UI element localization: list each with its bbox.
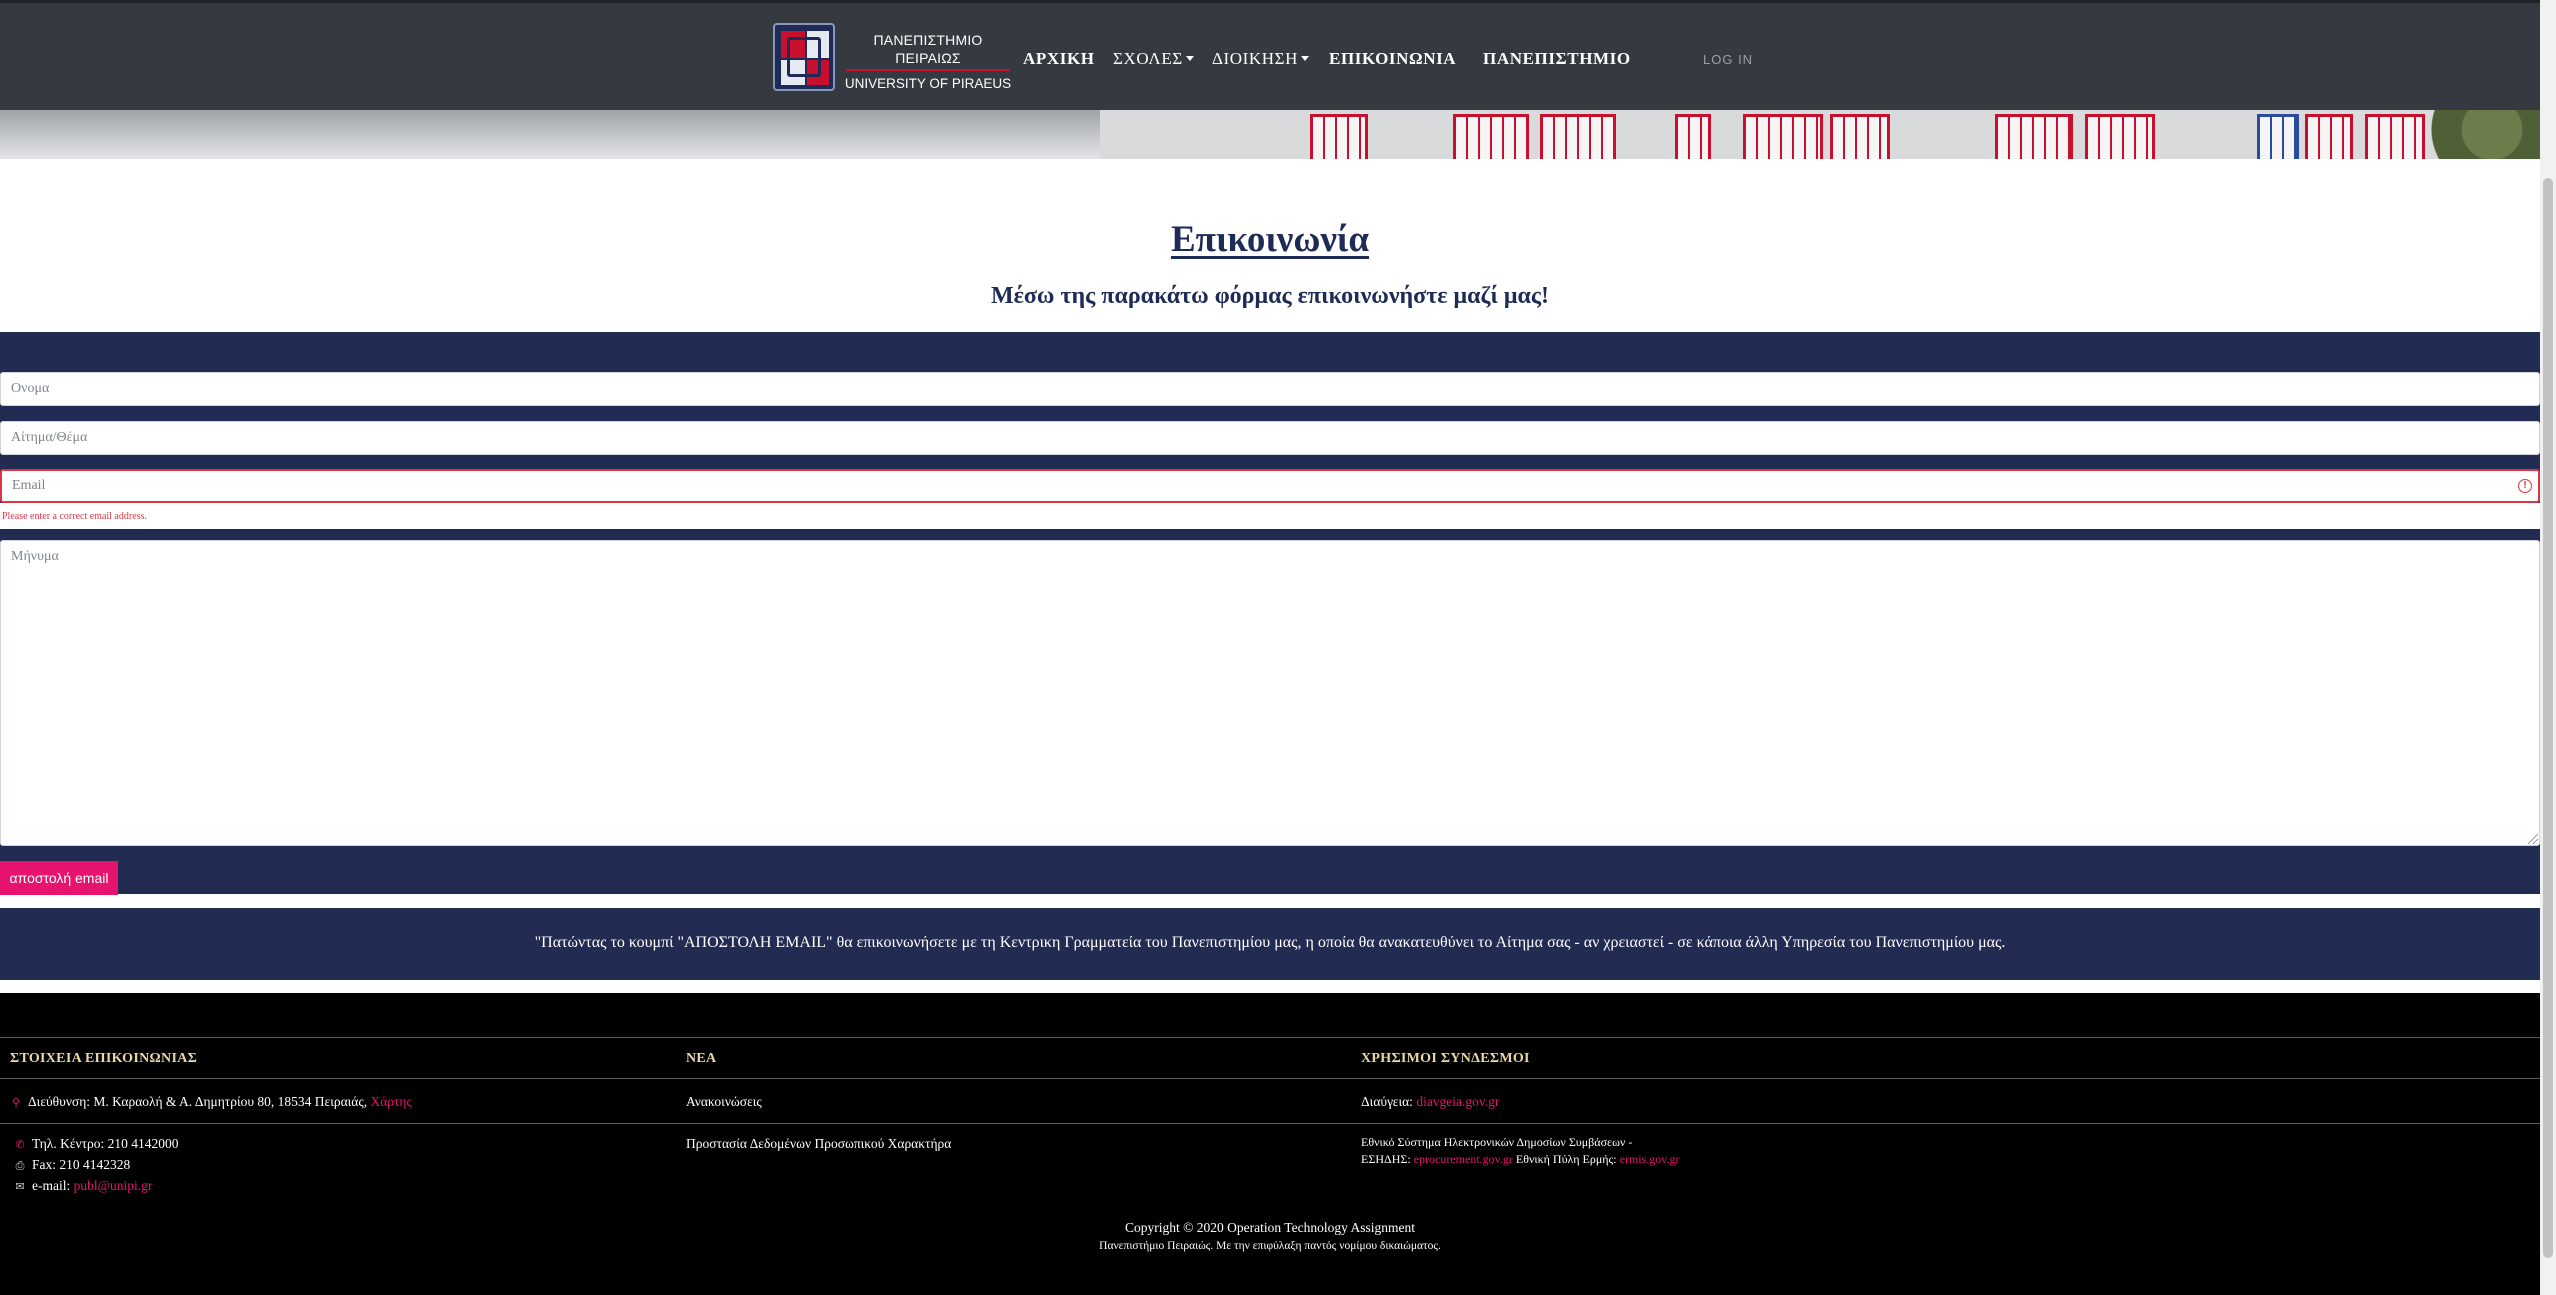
brand-link[interactable]: ΠΑΝΕΠΙΣΤΗΜΙΟ ΠΕΙΡΑΙΩΣ UNIVERSITY OF PIRA… <box>773 23 1011 91</box>
footer-copyright: Copyright © 2020 Operation Technology As… <box>1125 1220 1415 1235</box>
fax-icon: ⎙ <box>15 1159 25 1172</box>
top-navbar: ΠΑΝΕΠΙΣΤΗΜΙΟ ΠΕΙΡΑΙΩΣ UNIVERSITY OF PIRA… <box>0 0 2540 110</box>
nav-item-schools-label: ΣΧΟΛΕΣ <box>1113 49 1183 68</box>
footer-links-heading: ΧΡΗΣΙΜΟΙ ΣΥΝΔΕΣΜΟΙ <box>1361 1051 1530 1066</box>
send-email-button[interactable]: αποστολή email <box>0 861 118 895</box>
envelope-icon: ✉ <box>15 1180 25 1193</box>
footer-news-heading: ΝΕΑ <box>686 1051 717 1066</box>
nav-item-administration-label: ΔΙΟΙΚΗΣΗ <box>1212 49 1299 68</box>
footer-divider <box>0 1123 2540 1124</box>
info-note-section: "Πατώντας το κουμπί "ΑΠΟΣΤΟΛΗ EMAIL" θα … <box>0 908 2540 980</box>
footer-phone: ✆ Τηλ. Κέντρο: 210 4142000 <box>14 1136 179 1152</box>
footer-divider <box>0 1078 2540 1079</box>
ermis-link[interactable]: ermis.gov.gr <box>1620 1152 1680 1166</box>
info-note-text: "Πατώντας το κουμπί "ΑΠΟΣΤΟΛΗ EMAIL" θα … <box>534 934 2006 951</box>
footer-address: ⚲ Διεύθυνση: Μ. Καραολή & Α. Δημητρίου 80… <box>10 1094 412 1110</box>
page-scrollbar[interactable] <box>2540 0 2556 1295</box>
page-subtitle: Μέσω της παρακάτω φόρμας επικοινωνήστε μ… <box>990 283 1550 309</box>
map-marker-icon: ⚲ <box>11 1096 21 1109</box>
chevron-down-icon <box>1185 56 1194 62</box>
name-input[interactable] <box>0 372 2540 406</box>
subject-input[interactable] <box>0 421 2540 455</box>
email-error-message: Please enter a correct email address. <box>2 511 147 522</box>
footer-fax: ⎙ Fax: 210 4142328 <box>14 1157 131 1173</box>
brand-text: ΠΑΝΕΠΙΣΤΗΜΙΟ ΠΕΙΡΑΙΩΣ UNIVERSITY OF PIRA… <box>843 31 1013 93</box>
email-link[interactable]: publ@unipi.gr <box>74 1178 153 1193</box>
login-link[interactable]: LOG IN <box>1703 52 1753 67</box>
nav-item-schools[interactable]: ΣΧΟΛΕΣ <box>1113 49 1194 69</box>
nav-item-home[interactable]: ΑΡΧΙΚΗ <box>1023 49 1095 69</box>
chevron-down-icon <box>1301 56 1310 62</box>
footer-eshidis-line: Εθνικό Σύστημα Ηλεκτρονικών Δημοσίων Συμ… <box>1361 1135 1633 1149</box>
section-divider <box>0 980 2540 993</box>
footer-contact-heading: ΣΤΟΙΧΕΙΑ ΕΠΙΚΟΙΝΩΝΙΑΣ <box>10 1051 198 1066</box>
footer-rights: Πανεπιστήμιο Πειραιώς. Με την επιφύλαξη … <box>1099 1240 1441 1252</box>
university-logo <box>773 23 835 91</box>
footer-email-label: e-mail: <box>32 1178 71 1193</box>
brand-divider <box>846 69 1010 71</box>
hero-banner-image <box>0 110 2540 159</box>
brand-name-english: UNIVERSITY OF PIRAEUS <box>844 76 1012 91</box>
nav-item-university[interactable]: ΠΑΝΕΠΙΣΤΗΜΙΟ <box>1483 49 1631 69</box>
nav-item-contact[interactable]: ΕΠΙΚΟΙΝΩΝΙΑ <box>1329 49 1456 69</box>
diavgeia-link[interactable]: diavgeia.gov.gr <box>1416 1094 1499 1109</box>
footer-address-text: Διεύθυνση: Μ. Καραολή & Α. Δημητρίου 80,… <box>28 1094 368 1109</box>
data-protection-link[interactable]: Προστασία Δεδομένων Προσωπικού Χαρακτήρα <box>686 1136 951 1152</box>
scrollbar-thumb[interactable] <box>2543 178 2553 1258</box>
announcements-link[interactable]: Ανακοινώσεις <box>686 1094 762 1110</box>
nav-item-administration[interactable]: ΔΙΟΙΚΗΣΗ <box>1212 49 1310 69</box>
footer-diavgeia: Διαύγεια: diavgeia.gov.gr <box>1361 1094 1499 1110</box>
eshidis-label: ΕΣΗΔΗΣ: <box>1361 1152 1411 1166</box>
brand-name-greek: ΠΑΝΕΠΙΣΤΗΜΙΟ ΠΕΙΡΑΙΩΣ <box>873 32 983 66</box>
eprocurement-link[interactable]: eprocurement.gov.gr <box>1414 1152 1513 1166</box>
message-textarea[interactable] <box>0 540 2540 846</box>
page-title: Επικοινωνία <box>1170 219 1370 260</box>
footer-divider <box>0 1037 2540 1038</box>
email-input[interactable] <box>0 469 2540 503</box>
phone-icon: ✆ <box>15 1138 25 1151</box>
map-link[interactable]: Χάρτης <box>370 1094 411 1109</box>
error-icon: ! <box>2518 479 2532 493</box>
email-error-area <box>0 503 2540 529</box>
footer-phone-text: Τηλ. Κέντρο: 210 4142000 <box>32 1136 179 1151</box>
footer-email: ✉ e-mail: publ@unipi.gr <box>14 1178 152 1194</box>
ermis-label: Εθνική Πύλη Ερμής: <box>1515 1152 1617 1166</box>
footer-eshidis: ΕΣΗΔΗΣ: eprocurement.gov.gr Εθνική Πύλη … <box>1361 1152 1680 1167</box>
resize-handle-icon[interactable] <box>2528 834 2538 844</box>
diavgeia-label: Διαύγεια: <box>1361 1094 1413 1109</box>
footer-fax-text: Fax: 210 4142328 <box>32 1157 131 1172</box>
